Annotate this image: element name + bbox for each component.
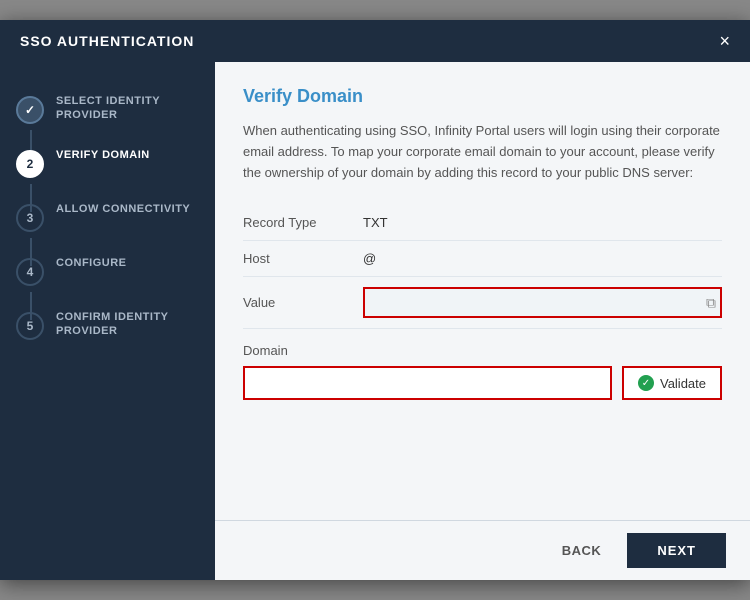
modal-footer: BACK NEXT: [215, 520, 750, 580]
sso-modal: SSO AUTHENTICATION × ✓ SELECT IDENTITYPR…: [0, 20, 750, 580]
step-4-label: CONFIGURE: [56, 256, 127, 270]
host-label: Host: [243, 251, 363, 266]
content-area: Verify Domain When authenticating using …: [215, 62, 750, 520]
host-value: @: [363, 251, 376, 266]
back-button[interactable]: BACK: [548, 537, 616, 564]
step-3-circle: 3: [16, 204, 44, 232]
close-button[interactable]: ×: [719, 32, 730, 50]
sidebar-item-select-idp[interactable]: ✓ SELECT IDENTITYPROVIDER: [0, 82, 215, 136]
modal-header: SSO AUTHENTICATION ×: [0, 20, 750, 62]
validate-label: Validate: [660, 376, 706, 391]
domain-row: Domain ✓ Validate: [243, 329, 722, 414]
content-description: When authenticating using SSO, Infinity …: [243, 121, 722, 183]
modal-body: ✓ SELECT IDENTITYPROVIDER 2 VERIFY DOMAI…: [0, 62, 750, 580]
step-3-label: ALLOW CONNECTIVITY: [56, 202, 190, 216]
sidebar-item-configure[interactable]: 4 CONFIGURE: [0, 244, 215, 298]
step-5-circle: 5: [16, 312, 44, 340]
sidebar-item-confirm-idp[interactable]: 5 CONFIRM IDENTITYPROVIDER: [0, 298, 215, 352]
step-2-circle: 2: [16, 150, 44, 178]
value-input[interactable]: [363, 287, 722, 318]
validate-button[interactable]: ✓ Validate: [622, 366, 722, 400]
step-1-circle: ✓: [16, 96, 44, 124]
record-type-row: Record Type TXT: [243, 205, 722, 241]
step-1-label: SELECT IDENTITYPROVIDER: [56, 94, 160, 123]
copy-icon[interactable]: ⧉: [706, 294, 716, 311]
step-5-label: CONFIRM IDENTITYPROVIDER: [56, 310, 169, 339]
domain-input[interactable]: [243, 366, 612, 400]
value-input-wrapper: ⧉: [363, 287, 722, 318]
domain-label: Domain: [243, 343, 288, 358]
modal-title: SSO AUTHENTICATION: [20, 33, 194, 49]
host-row: Host @: [243, 241, 722, 277]
content-title: Verify Domain: [243, 86, 722, 107]
sidebar: ✓ SELECT IDENTITYPROVIDER 2 VERIFY DOMAI…: [0, 62, 215, 580]
value-label: Value: [243, 295, 363, 310]
domain-input-row: ✓ Validate: [243, 366, 722, 400]
step-4-circle: 4: [16, 258, 44, 286]
record-type-label: Record Type: [243, 215, 363, 230]
record-type-value: TXT: [363, 215, 388, 230]
validate-check-icon: ✓: [638, 375, 654, 391]
main-content: Verify Domain When authenticating using …: [215, 62, 750, 580]
sidebar-item-allow-connectivity[interactable]: 3 ALLOW CONNECTIVITY: [0, 190, 215, 244]
value-row: Value ⧉: [243, 277, 722, 329]
next-button[interactable]: NEXT: [627, 533, 726, 568]
step-2-label: VERIFY DOMAIN: [56, 148, 150, 162]
sidebar-item-verify-domain[interactable]: 2 VERIFY DOMAIN: [0, 136, 215, 190]
